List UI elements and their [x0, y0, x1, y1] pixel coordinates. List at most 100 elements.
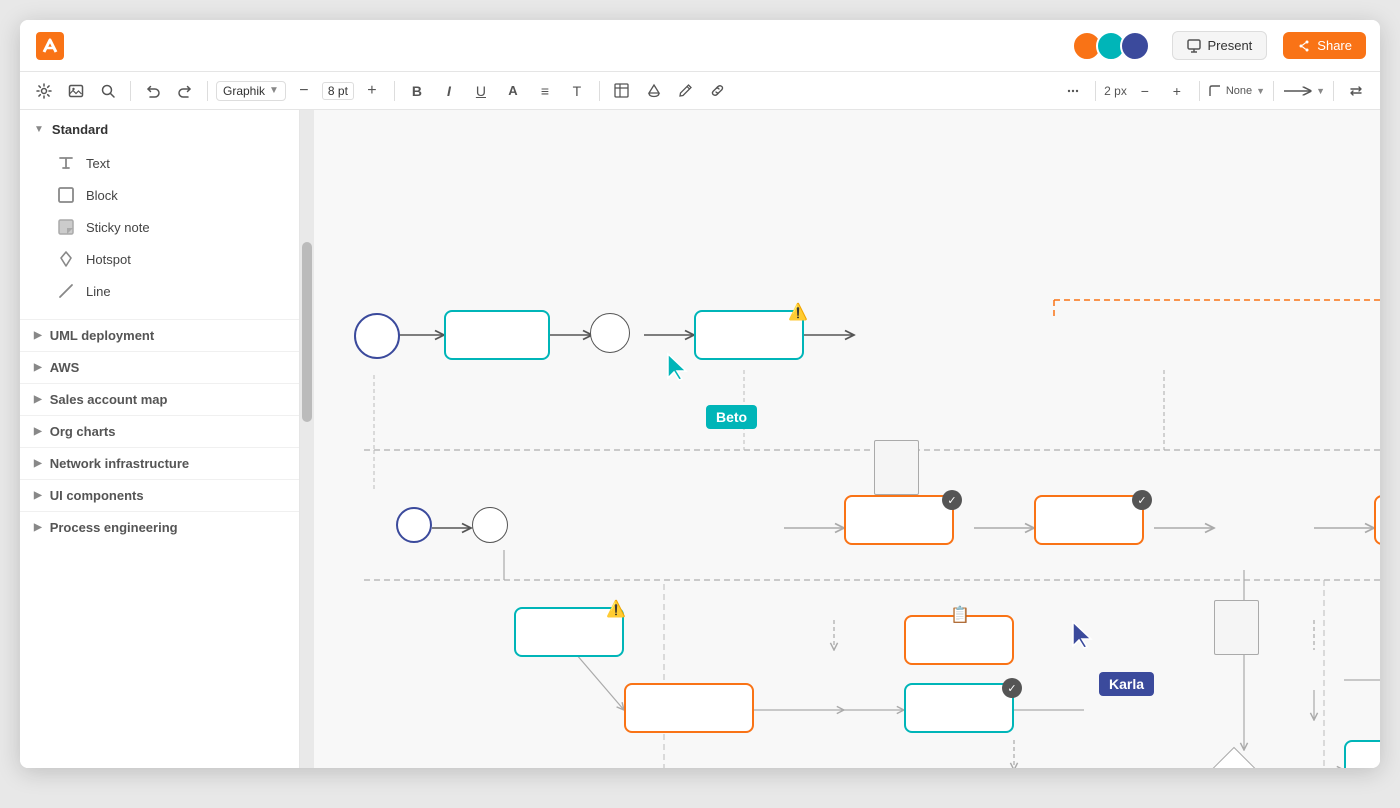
block-tool-icon [56, 185, 76, 205]
divider-8 [1333, 81, 1334, 101]
canvas[interactable]: ⚠️ ✓ ✓ ⚠️ [314, 110, 1380, 768]
text-color-button[interactable]: A [499, 77, 527, 105]
divider-2 [207, 81, 208, 101]
image-icon[interactable] [62, 77, 90, 105]
sidebar-item-uml[interactable]: ▶ UML deployment [20, 319, 299, 351]
warning-icon-1: ⚠️ [788, 302, 808, 322]
sidebar-item-network[interactable]: ▶ Network infrastructure [20, 447, 299, 479]
present-label: Present [1207, 38, 1252, 53]
line-width-increase[interactable]: + [1163, 77, 1191, 105]
sidebar-item-block[interactable]: Block [48, 179, 285, 211]
chevron-right-icon-sales: ▶ [34, 394, 42, 405]
font-selector[interactable]: Graphik ▼ [216, 81, 286, 101]
font-size-value[interactable]: 8 pt [322, 82, 354, 100]
more-options[interactable] [1059, 77, 1087, 105]
shape-middle-circle[interactable] [590, 313, 630, 353]
warning-icon-2: ⚠️ [606, 599, 626, 619]
scroll-thumb[interactable] [302, 242, 312, 422]
sidebar-item-sticky[interactable]: Sticky note [48, 211, 285, 243]
divider-7 [1273, 81, 1274, 101]
sidebar-item-aws[interactable]: ▶ AWS [20, 351, 299, 383]
sidebar-item-orgcharts[interactable]: ▶ Org charts [20, 415, 299, 447]
shape-small-circle-1[interactable] [396, 507, 432, 543]
check-icon-2: ✓ [1132, 490, 1152, 510]
sidebar-sales-label: Sales account map [50, 392, 168, 407]
sidebar-item-process[interactable]: ▶ Process engineering [20, 511, 299, 543]
present-button[interactable]: Present [1172, 31, 1267, 60]
font-size-decrease[interactable]: − [290, 77, 318, 105]
redo-button[interactable] [171, 77, 199, 105]
link-button[interactable] [704, 77, 732, 105]
text-format-button[interactable]: T [563, 77, 591, 105]
line-width-display: 2 px [1104, 84, 1127, 98]
sidebar-item-text[interactable]: Text [48, 147, 285, 179]
canvas-area[interactable]: ⚠️ ✓ ✓ ⚠️ [300, 110, 1380, 768]
sidebar-item-line[interactable]: Line [48, 275, 285, 307]
divider-3 [394, 81, 395, 101]
sidebar-net-label: Network infrastructure [50, 456, 189, 471]
shape-start-circle[interactable] [354, 313, 400, 359]
shape-document-2[interactable] [1214, 600, 1259, 655]
present-icon [1187, 39, 1201, 53]
diagram-svg [314, 110, 1380, 768]
divider-1 [130, 81, 131, 101]
shape-orange-rect-3[interactable] [1374, 495, 1380, 545]
sidebar-item-hotspot[interactable]: Hotspot [48, 243, 285, 275]
hotspot-tool-icon [56, 249, 76, 269]
logo[interactable] [34, 30, 66, 62]
sidebar-ui-label: UI components [50, 488, 144, 503]
fill-button[interactable] [640, 77, 668, 105]
line-width-decrease[interactable]: − [1131, 77, 1159, 105]
shape-orange-rect-2[interactable] [1034, 495, 1144, 545]
swap-button[interactable] [1342, 77, 1370, 105]
share-icon [1297, 39, 1311, 53]
underline-button[interactable]: U [467, 77, 495, 105]
corner-dropdown-icon: ▼ [1256, 86, 1265, 96]
check-icon-3: ✓ [1002, 678, 1022, 698]
undo-button[interactable] [139, 77, 167, 105]
scroll-bar[interactable] [300, 110, 314, 768]
avatar-3[interactable] [1120, 31, 1150, 61]
shape-orange-rect-row3-left[interactable] [624, 683, 754, 733]
sidebar-standard-label: Standard [52, 122, 108, 137]
sidebar-aws-label: AWS [50, 360, 80, 375]
badge-karla: Karla [1099, 672, 1154, 696]
search-icon[interactable] [94, 77, 122, 105]
chevron-down-icon: ▼ [34, 124, 44, 135]
bold-button[interactable]: B [403, 77, 431, 105]
share-button[interactable]: Share [1283, 32, 1366, 59]
shape-rect-1[interactable] [444, 310, 550, 360]
sidebar-section-standard-header[interactable]: ▼ Standard [20, 114, 299, 145]
main-content: ▼ Standard Text [20, 110, 1380, 768]
shape-diamond-2[interactable] [1213, 747, 1255, 768]
chevron-right-icon-ui: ▶ [34, 490, 42, 501]
font-size-increase[interactable]: + [358, 77, 386, 105]
shape-teal-rect-bottom-right[interactable] [1344, 740, 1380, 768]
line-style[interactable]: ▼ [1282, 86, 1325, 96]
settings-icon[interactable] [30, 77, 58, 105]
line-style-icon [1282, 86, 1312, 96]
check-icon-1: ✓ [942, 490, 962, 510]
app-window: Present Share [20, 20, 1380, 768]
pen-button[interactable] [672, 77, 700, 105]
text-tool-icon [56, 153, 76, 173]
corner-icon [1208, 84, 1222, 98]
divider-4 [599, 81, 600, 101]
italic-button[interactable]: I [435, 77, 463, 105]
sidebar-proc-label: Process engineering [50, 520, 178, 535]
cursor-karla [1069, 620, 1097, 652]
sidebar-item-ui[interactable]: ▶ UI components [20, 479, 299, 511]
shape-document-1[interactable] [874, 440, 919, 495]
sidebar-item-sales[interactable]: ▶ Sales account map [20, 383, 299, 415]
shape-orange-rect-1[interactable] [844, 495, 954, 545]
align-button[interactable]: ≡ [531, 77, 559, 105]
avatar-group [1072, 31, 1150, 61]
corner-style[interactable]: None ▼ [1208, 84, 1265, 98]
sidebar-item-sticky-label: Sticky note [86, 220, 150, 235]
corner-label: None [1226, 85, 1252, 97]
table-button[interactable] [608, 77, 636, 105]
shape-teal-rect-row3-bot[interactable] [904, 683, 1014, 733]
chevron-right-icon-net: ▶ [34, 458, 42, 469]
line-style-dropdown: ▼ [1316, 86, 1325, 96]
shape-small-circle-2[interactable] [472, 507, 508, 543]
